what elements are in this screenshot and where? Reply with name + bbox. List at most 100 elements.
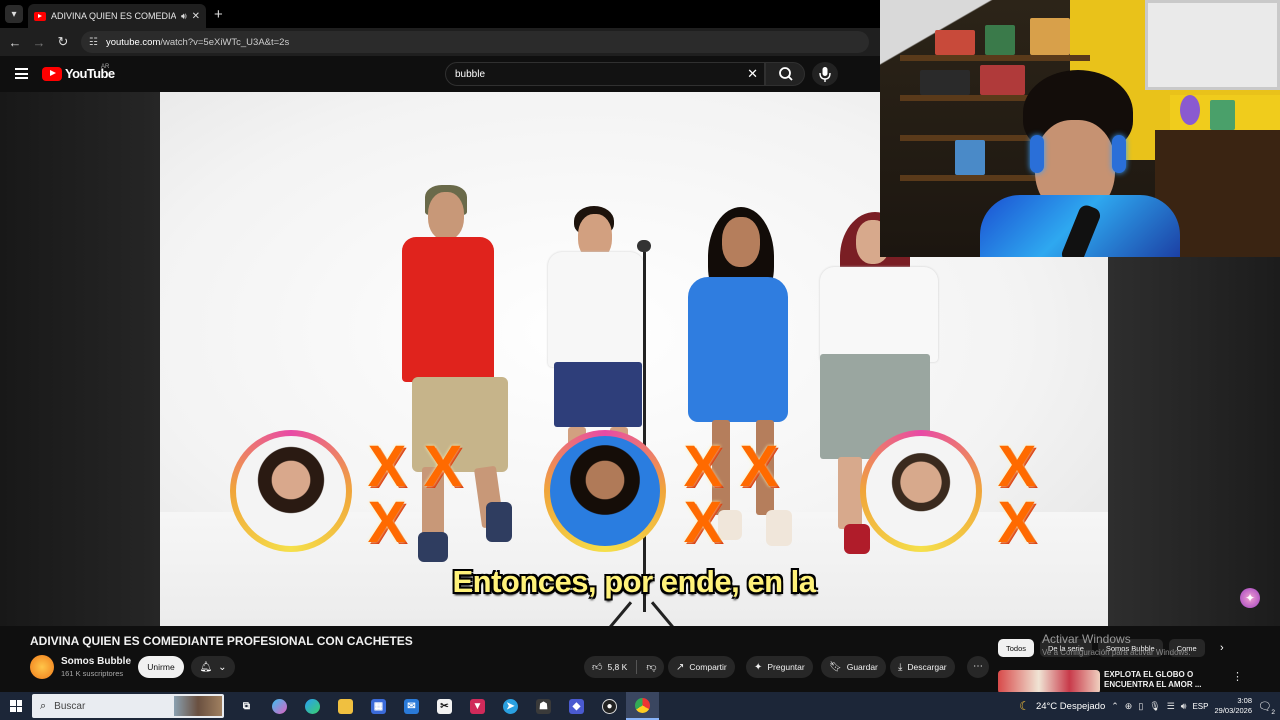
taskbar-app-copilot[interactable]: [263, 692, 296, 720]
recommended-title[interactable]: EXPLOTA EL GLOBO O ENCUENTRA EL AMOR ...: [1104, 670, 1209, 690]
bookmark-icon: 🔖︎: [829, 661, 842, 673]
back-arrow-icon[interactable]: ←: [3, 35, 27, 50]
capcut-icon: ✂: [437, 698, 452, 714]
edge-icon: [305, 698, 320, 714]
taskbar-search-input[interactable]: ⌕ Buscar: [32, 694, 224, 718]
game-icon: ☗: [536, 698, 551, 714]
hamburger-menu-icon[interactable]: [15, 68, 28, 79]
url-text: youtube.com/watch?v=5eXiWTc_U3A&t=2s: [105, 36, 290, 48]
download-button[interactable]: ⤓ Descargar: [890, 656, 955, 678]
x-mark: X: [423, 434, 463, 499]
chevron-right-icon[interactable]: ›: [1220, 642, 1224, 654]
reload-icon[interactable]: ↻: [51, 34, 75, 50]
contestant-photo-3: [860, 430, 982, 552]
search-button[interactable]: [765, 62, 805, 86]
more-options-icon[interactable]: ⋯: [967, 656, 989, 678]
task-view-button[interactable]: ⧉: [230, 692, 263, 720]
store-icon: ▦: [371, 698, 386, 714]
x-mark: X: [367, 490, 407, 555]
kebab-menu-icon[interactable]: ⋮: [1232, 670, 1243, 683]
share-icon: ↗: [676, 661, 685, 673]
site-settings-icon[interactable]: ☷: [89, 37, 98, 48]
forward-arrow-icon[interactable]: →: [27, 35, 51, 50]
app-icon: ▼: [470, 698, 485, 714]
taskbar-app-tool[interactable]: ▼: [461, 692, 494, 720]
ai-sparkle-icon[interactable]: ✦: [1240, 588, 1260, 608]
taskbar-app-explorer[interactable]: [329, 692, 362, 720]
chevron-down-icon: ⌄: [218, 661, 227, 673]
recommended-thumbnail[interactable]: [998, 670, 1100, 694]
tab-close-icon[interactable]: ✕: [192, 11, 200, 22]
bell-icon: 🔔︎: [199, 661, 213, 673]
x-mark: X: [367, 434, 407, 499]
taskbar-app-vpn[interactable]: ◆: [560, 692, 593, 720]
youtube-favicon-icon: [34, 11, 46, 21]
x-mark: X: [683, 434, 723, 499]
obs-icon: ●: [602, 698, 617, 714]
screen: ▾ ADIVINA QUIEN ES COMEDIANTE PROFESIONA…: [0, 0, 1280, 720]
save-button[interactable]: 🔖︎ Guardar: [821, 656, 886, 678]
address-bar[interactable]: ☷ youtube.com/watch?v=5eXiWTc_U3A&t=2s: [81, 31, 869, 53]
new-tab-plus-icon[interactable]: +: [214, 6, 223, 23]
system-tray: ☾ 24°C Despejado ⌃ ⊕ ▯ 🎙︎ ☰ 🔊︎ ESP 3:08 …: [1019, 692, 1280, 720]
search-input[interactable]: bubble ✕: [445, 62, 765, 86]
battery-icon[interactable]: ▯: [1138, 701, 1143, 712]
youtube-play-icon: [42, 66, 62, 81]
browser-toolbar: ← → ↻ ☷ youtube.com/watch?v=5eXiWTc_U3A&…: [0, 28, 880, 56]
start-button[interactable]: [0, 692, 32, 720]
clock[interactable]: 3:08 29/03/2026: [1214, 696, 1252, 716]
microphone-icon: [819, 67, 831, 82]
x-mark: X: [997, 434, 1037, 499]
like-count[interactable]: 5,8 K: [607, 662, 627, 672]
share-button[interactable]: ↗ Compartir: [668, 656, 735, 678]
clear-search-icon[interactable]: ✕: [747, 66, 758, 82]
chevron-up-icon[interactable]: ⌃: [1111, 701, 1119, 712]
browser-tab-active[interactable]: ADIVINA QUIEN ES COMEDIANTE PROFESIONAL …: [28, 4, 206, 28]
microphone-stand: [643, 252, 646, 612]
speaker-icon[interactable]: 🔊︎: [181, 11, 187, 22]
network-globe-icon[interactable]: ⊕: [1125, 701, 1133, 712]
youtube-header: YouTube AR bubble ✕: [0, 56, 880, 92]
folder-icon: [338, 698, 353, 714]
sparkle-icon: ✦: [754, 661, 763, 673]
search-icon: [779, 67, 793, 81]
chip-all[interactable]: Todos: [998, 639, 1035, 657]
thumbs-up-icon[interactable]: 👍︎: [592, 661, 602, 673]
subscriber-count: 161 K suscriptores: [61, 669, 124, 678]
mail-icon: ✉: [404, 698, 419, 714]
channel-avatar[interactable]: [30, 655, 54, 679]
wifi-icon[interactable]: ☰: [1167, 701, 1175, 712]
volume-icon[interactable]: 🔊︎: [1181, 701, 1187, 712]
x-mark: X: [997, 490, 1037, 555]
thumbs-down-icon[interactable]: 👎︎: [646, 661, 656, 673]
activate-windows-title: Activar Windows: [1042, 632, 1131, 646]
notification-center-icon[interactable]: 🗨︎ 2: [1258, 700, 1275, 716]
moon-weather-icon[interactable]: ☾: [1019, 699, 1030, 713]
tab-search-chevron-icon[interactable]: ▾: [5, 5, 23, 23]
taskbar-app-capcut[interactable]: ✂: [428, 692, 461, 720]
taskbar-app-obs[interactable]: ●: [593, 692, 626, 720]
search-value: bubble: [455, 68, 486, 80]
contestant-photo-1: [230, 430, 352, 552]
weather-text[interactable]: 24°C Despejado: [1036, 701, 1105, 712]
taskbar-app-mail[interactable]: ✉: [395, 692, 428, 720]
microphone-tray-icon[interactable]: 🎙︎: [1149, 701, 1160, 712]
ambient-left: [0, 92, 160, 626]
taskbar-app-telegram[interactable]: ➤: [494, 692, 527, 720]
taskbar-app-game[interactable]: ☗: [527, 692, 560, 720]
ask-button[interactable]: ✦ Preguntar: [746, 656, 813, 678]
channel-name[interactable]: Somos Bubble: [61, 656, 131, 667]
copilot-icon: [272, 698, 287, 714]
join-button[interactable]: Unirme: [138, 656, 184, 678]
taskbar-app-chrome[interactable]: [626, 692, 659, 720]
contestant-photo-2: [544, 430, 666, 552]
notifications-button[interactable]: 🔔︎ ⌄: [191, 656, 235, 678]
windows-logo-icon: [10, 700, 22, 712]
taskbar-app-store[interactable]: ▦: [362, 692, 395, 720]
tab-title: ADIVINA QUIEN ES COMEDIANTE PROFESIONAL …: [51, 11, 176, 21]
telegram-icon: ➤: [503, 698, 518, 714]
country-code: AR: [101, 64, 110, 70]
language-indicator[interactable]: ESP: [1192, 702, 1208, 711]
taskbar-app-edge[interactable]: [296, 692, 329, 720]
voice-search-button[interactable]: [812, 62, 838, 86]
